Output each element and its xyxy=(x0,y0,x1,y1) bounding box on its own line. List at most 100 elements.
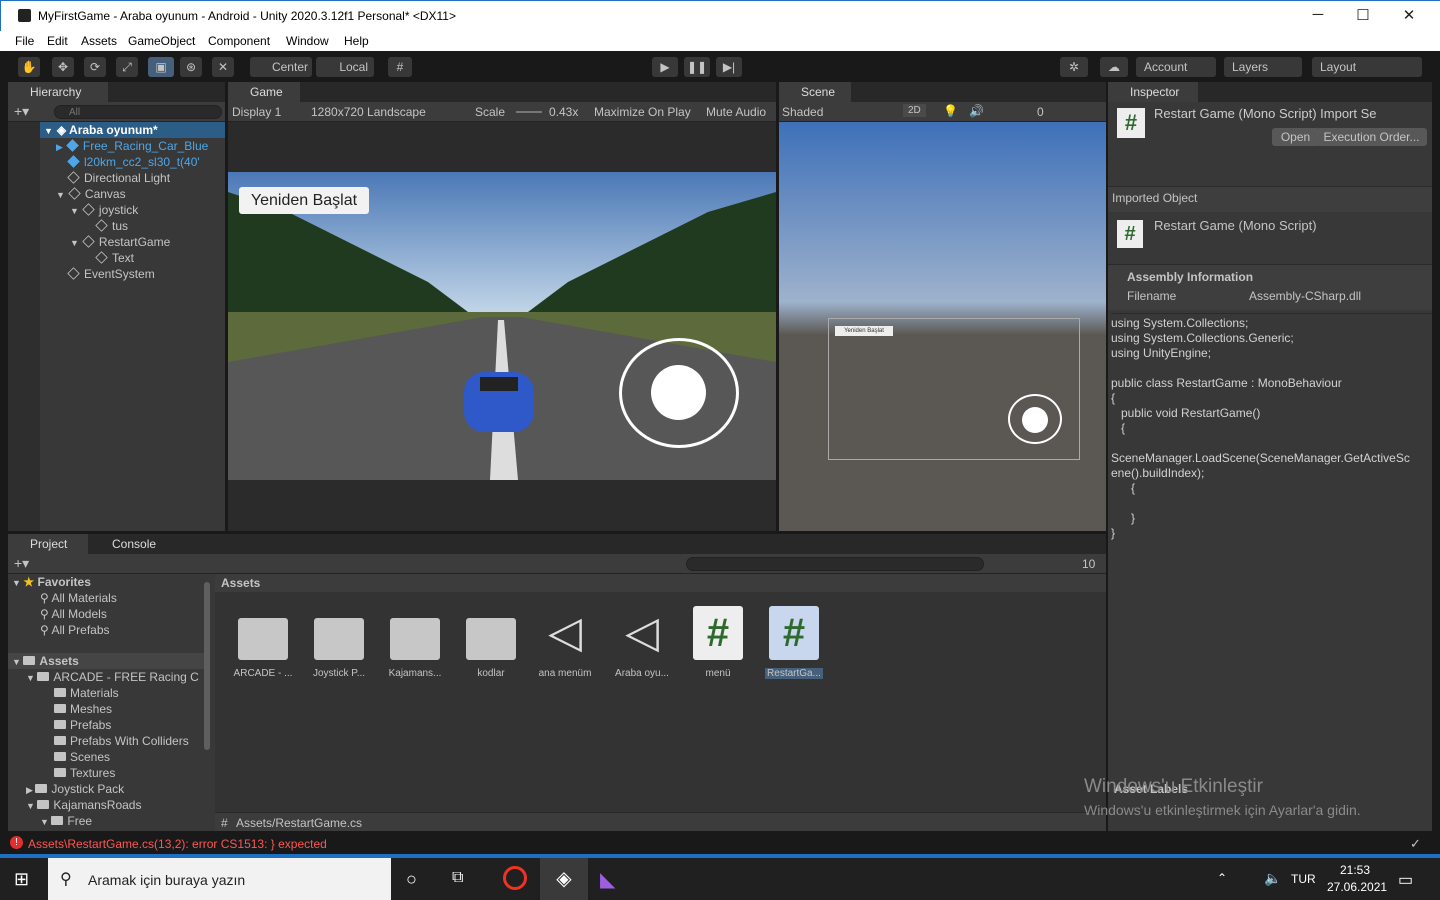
list-item[interactable]: tus xyxy=(95,218,128,234)
scene-viewport[interactable]: Yeniden Başlat xyxy=(779,122,1106,531)
pause-button[interactable]: ❚❚ xyxy=(684,57,710,77)
task-view-icon[interactable]: ⧉ xyxy=(452,869,463,887)
tray-chevron-icon[interactable]: ⌃ xyxy=(1217,871,1227,885)
custom-tool-icon[interactable]: ✕ xyxy=(212,57,234,77)
list-item[interactable]: Directional Light xyxy=(67,170,170,186)
list-item[interactable]: ▼ ARCADE - FREE Racing C xyxy=(26,669,199,685)
list-item[interactable]: Text xyxy=(95,250,134,266)
list-item[interactable]: ▼ KajamansRoads xyxy=(26,797,141,813)
add-icon[interactable]: +▾ xyxy=(14,555,29,572)
tree-scrollbar[interactable] xyxy=(204,582,210,750)
error-message[interactable]: Assets\RestartGame.cs(13,2): error CS151… xyxy=(28,837,327,851)
hidden-packages-count[interactable]: 10 xyxy=(1082,557,1095,571)
menu-edit[interactable]: Edit xyxy=(47,34,68,48)
open-button[interactable]: Open xyxy=(1272,128,1319,146)
list-item[interactable]: ▶ Free_Racing_Car_Blue xyxy=(56,138,208,154)
menu-window[interactable]: Window xyxy=(286,34,329,48)
scale-tool-icon[interactable]: ⤢ xyxy=(116,57,138,77)
asset-folder[interactable]: Kajamans... xyxy=(379,606,451,679)
game-viewport[interactable]: Yeniden Başlat xyxy=(228,172,776,480)
menu-component[interactable]: Component xyxy=(208,34,270,48)
menu-file[interactable]: File xyxy=(15,34,34,48)
display-dropdown[interactable]: Display 1 xyxy=(232,105,281,119)
list-item[interactable]: Materials xyxy=(54,685,119,701)
volume-icon[interactable]: 🔈 xyxy=(1264,870,1281,887)
layers-dropdown[interactable]: Layers xyxy=(1224,57,1302,77)
joystick-knob[interactable] xyxy=(651,365,706,420)
menu-gameobject[interactable]: GameObject xyxy=(128,34,195,48)
play-button[interactable]: ▶ xyxy=(652,57,678,77)
project-search-input[interactable] xyxy=(686,557,984,571)
restart-button[interactable]: Yeniden Başlat xyxy=(239,187,369,214)
clock-time[interactable]: 21:53 xyxy=(1340,863,1370,877)
maximize-on-play-toggle[interactable]: Maximize On Play xyxy=(594,105,691,119)
menu-assets[interactable]: Assets xyxy=(81,34,117,48)
status-check-icon[interactable]: ✓ xyxy=(1410,836,1421,852)
list-item[interactable]: ▼ Canvas xyxy=(56,186,126,202)
lighting-icon[interactable]: 💡 xyxy=(943,104,958,118)
asset-folder[interactable]: Joystick P... xyxy=(303,606,375,679)
tab-inspector[interactable]: Inspector xyxy=(1108,82,1198,102)
list-item[interactable]: ⚲ All Models xyxy=(40,606,107,622)
list-item[interactable]: Meshes xyxy=(54,701,112,717)
services-icon[interactable]: ✲ xyxy=(1060,57,1088,77)
rect-tool-icon[interactable]: ▣ xyxy=(148,57,174,77)
list-item[interactable]: Scenes xyxy=(54,749,110,765)
list-item[interactable]: Prefabs With Colliders xyxy=(54,733,189,749)
pivot-center-button[interactable]: Center xyxy=(250,57,312,77)
maximize-button[interactable]: ☐ xyxy=(1353,6,1373,24)
resolution-dropdown[interactable]: 1280x720 Landscape xyxy=(311,105,426,119)
hierarchy-search-input[interactable] xyxy=(54,105,222,119)
hand-tool-icon[interactable]: ✋ xyxy=(18,57,40,77)
asset-breadcrumb[interactable]: Assets xyxy=(215,574,1106,592)
list-item[interactable]: Prefabs xyxy=(54,717,111,733)
mute-audio-toggle[interactable]: Mute Audio xyxy=(706,105,766,119)
assets-root[interactable]: ▼ Assets xyxy=(8,653,204,669)
pivot-local-button[interactable]: Local xyxy=(316,57,374,77)
move-tool-icon[interactable]: ✥ xyxy=(52,57,74,77)
layout-dropdown[interactable]: Layout xyxy=(1312,57,1422,77)
asset-scene[interactable]: ◁ Araba oyu... xyxy=(606,606,678,679)
unity-taskbar-icon[interactable]: ◈ xyxy=(540,858,588,900)
asset-folder[interactable]: kodlar xyxy=(455,606,527,679)
minimize-button[interactable]: ─ xyxy=(1308,6,1328,23)
clock-date[interactable]: 27.06.2021 xyxy=(1327,880,1387,894)
list-item[interactable]: ⚲ All Materials xyxy=(40,590,117,606)
asset-script[interactable]: # menü xyxy=(682,606,754,679)
tab-scene[interactable]: Scene xyxy=(779,82,851,102)
step-button[interactable]: ▶| xyxy=(716,57,742,77)
language-indicator[interactable]: TUR xyxy=(1291,872,1316,886)
asset-scene[interactable]: ◁ ana menüm xyxy=(529,606,601,679)
execution-order-button[interactable]: Execution Order... xyxy=(1316,128,1427,146)
transform-tool-icon[interactable]: ⊛ xyxy=(180,57,202,77)
menu-help[interactable]: Help xyxy=(344,34,369,48)
tab-game[interactable]: Game xyxy=(228,82,300,102)
audio-icon[interactable]: 🔊 xyxy=(969,104,984,118)
windows-start-icon[interactable]: ⊞ xyxy=(14,869,29,890)
account-dropdown[interactable]: Account xyxy=(1136,57,1216,77)
rotate-tool-icon[interactable]: ⟳ xyxy=(84,57,106,77)
list-item[interactable]: ▶ Joystick Pack xyxy=(26,781,124,797)
list-item[interactable]: Textures xyxy=(54,765,115,781)
opera-icon[interactable] xyxy=(503,866,527,890)
cortana-icon[interactable]: ○ xyxy=(406,869,417,890)
favorites-header[interactable]: ▼ ★ Favorites xyxy=(12,574,91,590)
add-icon[interactable]: +▾ xyxy=(14,103,29,120)
tab-console[interactable]: Console xyxy=(90,534,170,554)
close-button[interactable]: ✕ xyxy=(1399,6,1419,24)
asset-script-selected[interactable]: # RestartGa... xyxy=(758,606,830,679)
list-item[interactable]: l20km_cc2_sl30_t(40' xyxy=(67,154,200,170)
cloud-icon[interactable]: ☁ xyxy=(1100,57,1128,77)
list-item[interactable]: ⚲ All Prefabs xyxy=(40,622,110,638)
scene-root[interactable]: ▼ ◈ Araba oyunum* xyxy=(44,122,158,138)
visual-studio-icon[interactable]: ◣ xyxy=(600,867,615,892)
list-item[interactable]: ▼ Free xyxy=(40,813,92,829)
grid-snap-icon[interactable]: # xyxy=(388,57,412,77)
2d-toggle[interactable]: 2D xyxy=(903,104,926,117)
tab-project[interactable]: Project xyxy=(8,534,88,554)
taskbar-search[interactable]: ⚲ Aramak için buraya yazın xyxy=(48,858,391,900)
notification-icon[interactable]: ▭ xyxy=(1398,870,1413,890)
list-item[interactable]: EventSystem xyxy=(67,266,155,282)
list-item[interactable]: ▼ RestartGame xyxy=(70,234,170,250)
asset-folder[interactable]: ARCADE - ... xyxy=(227,606,299,679)
